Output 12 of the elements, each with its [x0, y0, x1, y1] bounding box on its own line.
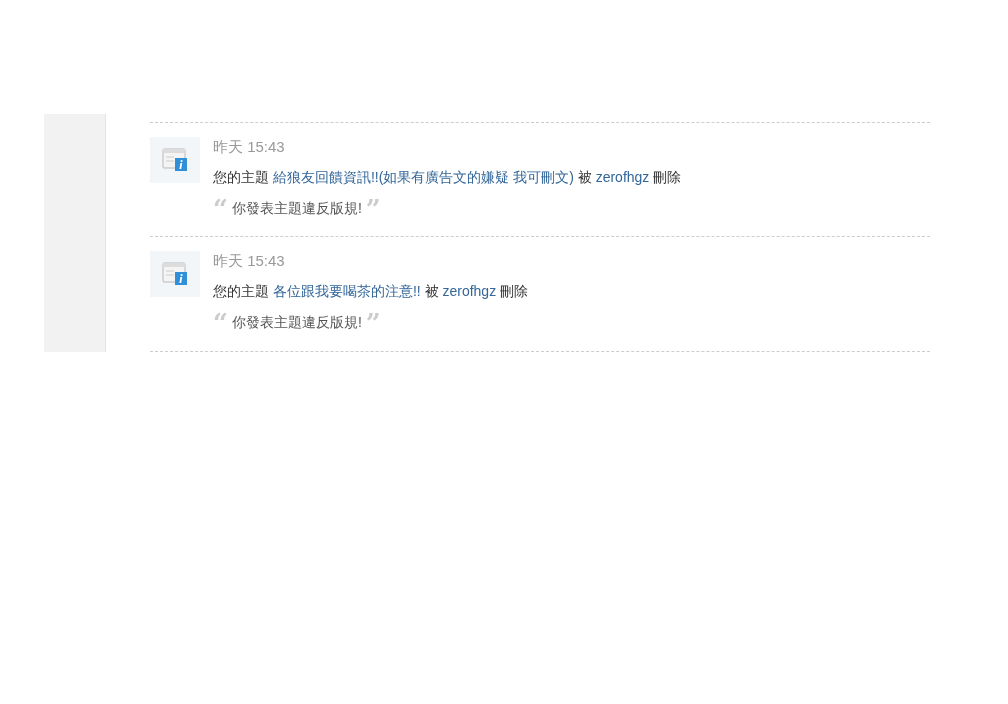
info-window-icon — [162, 262, 188, 286]
delete-reason: 你發表主題違反版規! — [231, 314, 362, 332]
notice-time: 昨天 15:43 — [213, 138, 286, 156]
user-link[interactable]: zerofhgz — [442, 283, 497, 299]
info-window-icon — [162, 148, 188, 172]
delete-reason: 你發表主題違反版規! — [231, 200, 362, 218]
notice-time: 昨天 15:43 — [213, 252, 286, 270]
topic-link[interactable]: 各位跟我要喝茶的注意!! — [272, 283, 421, 299]
user-link[interactable]: zerofhgz — [595, 169, 650, 185]
notice-message: 您的主題 各位跟我要喝茶的注意!! 被 zerofhgz 刪除 — [213, 282, 529, 300]
notice-message: 您的主題 給狼友回饋資訊!!(如果有廣告文的嫌疑 我可刪文) 被 zerofhgz 刪除 — [213, 168, 682, 186]
topic-link[interactable]: 給狼友回饋資訊!!(如果有廣告文的嫌疑 我可刪文) — [272, 169, 574, 185]
